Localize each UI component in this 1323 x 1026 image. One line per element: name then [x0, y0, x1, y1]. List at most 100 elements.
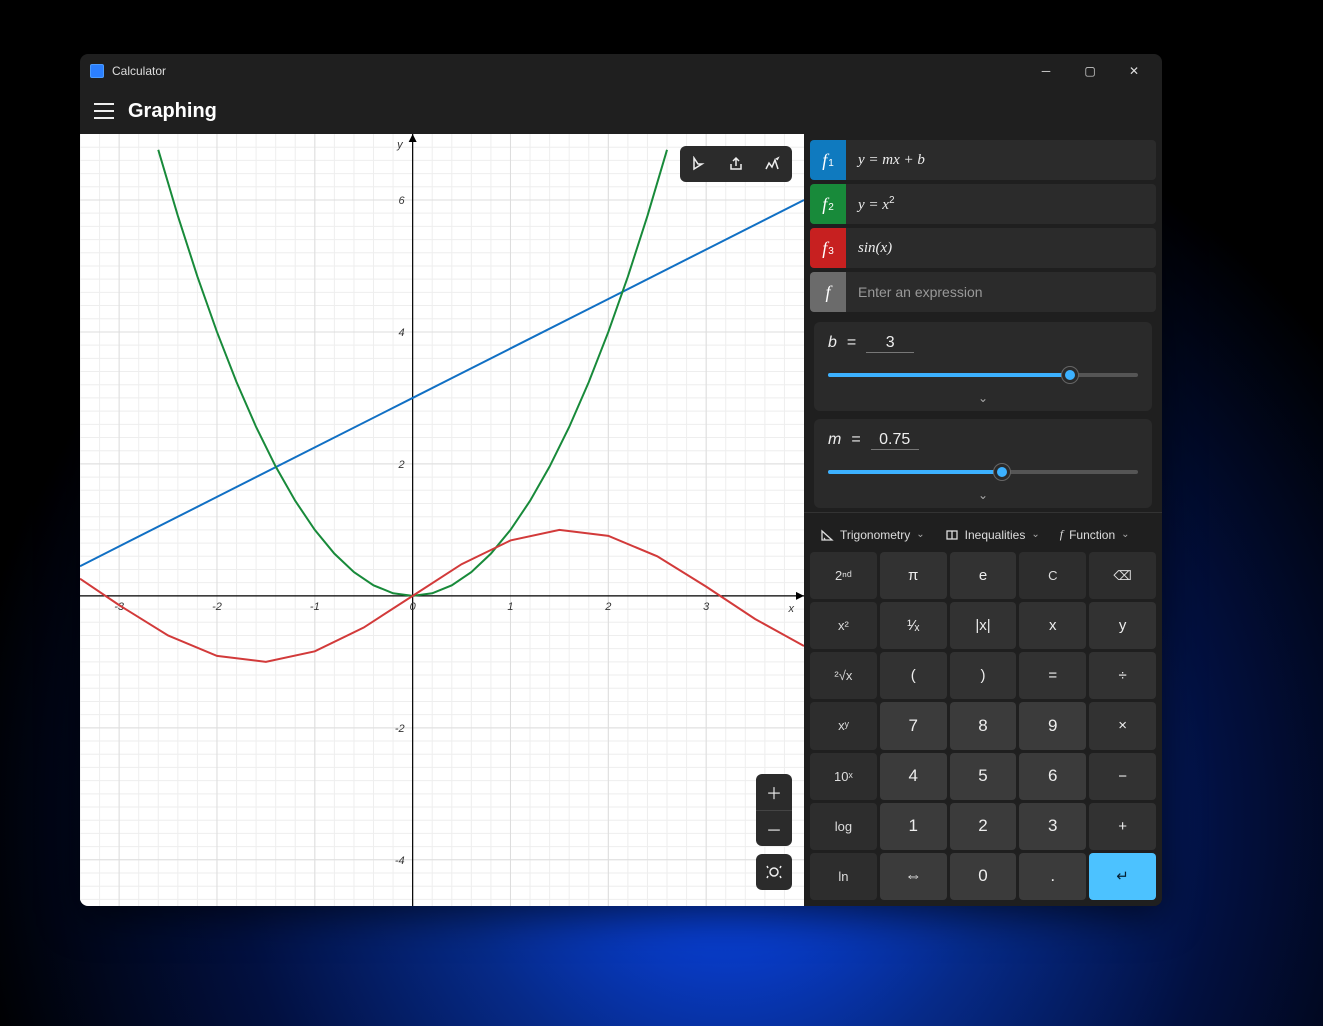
parameter-slider[interactable] [828, 363, 1138, 387]
parameter-value-input[interactable]: 0.75 [871, 431, 919, 450]
equation-row-3[interactable]: f3 sin(x) [810, 228, 1156, 268]
key-([interactable]: ( [880, 652, 947, 699]
parameter-value-input[interactable]: 3 [866, 334, 914, 353]
graph-options-button[interactable] [756, 150, 788, 178]
equation-badge[interactable]: f2 [810, 184, 846, 224]
svg-text:y: y [396, 139, 404, 151]
equation-expression[interactable]: y = x2 [846, 195, 1156, 214]
parameter-list: b= 3 ⌄ m= 0.75 ⌄ [804, 312, 1162, 512]
nav-menu-button[interactable] [94, 103, 114, 119]
minimize-button[interactable]: ─ [1024, 56, 1068, 86]
key-e[interactable]: e [950, 552, 1017, 599]
key-6[interactable]: 6 [1019, 753, 1086, 800]
zoom-control: ＋ － [756, 774, 792, 846]
svg-text:3: 3 [703, 601, 710, 613]
svg-text:0: 0 [410, 601, 417, 613]
reset-view-button[interactable] [756, 854, 792, 890]
key-xʸ[interactable]: xʸ [810, 702, 877, 749]
key-⇔[interactable]: ⇔ [880, 853, 947, 900]
parameter-label: m= 0.75 [828, 431, 1138, 450]
window-title: Calculator [112, 64, 166, 78]
key-8[interactable]: 8 [950, 702, 1017, 749]
category-inequalities[interactable]: Inequalities⌄ [939, 523, 1046, 546]
trace-tool-button[interactable] [684, 150, 716, 178]
key-9[interactable]: 9 [1019, 702, 1086, 749]
expand-parameter-button[interactable]: ⌄ [828, 391, 1138, 405]
svg-text:1: 1 [507, 601, 513, 613]
svg-text:x: x [788, 603, 795, 615]
equation-expression[interactable]: sin(x) [846, 240, 1156, 257]
inequality-icon [945, 528, 959, 542]
svg-text:-1: -1 [310, 601, 320, 613]
chevron-down-icon: ⌄ [1121, 529, 1129, 540]
mode-bar: Graphing [80, 88, 1162, 134]
key-−[interactable]: − [1089, 753, 1156, 800]
key-x[interactable]: x [1019, 602, 1086, 649]
key-1[interactable]: 1 [880, 803, 947, 850]
key-)[interactable]: ) [950, 652, 1017, 699]
svg-text:4: 4 [399, 327, 405, 339]
key-0[interactable]: 0 [950, 853, 1017, 900]
key-|x|[interactable]: |x| [950, 602, 1017, 649]
maximize-button[interactable]: ▢ [1068, 56, 1112, 86]
category-trigonometry[interactable]: Trigonometry⌄ [814, 523, 931, 546]
equation-badge[interactable]: f1 [810, 140, 846, 180]
svg-text:-2: -2 [212, 601, 222, 613]
parameter-label: b= 3 [828, 334, 1138, 353]
key-C[interactable]: C [1019, 552, 1086, 599]
key-÷[interactable]: ÷ [1089, 652, 1156, 699]
key-7[interactable]: 7 [880, 702, 947, 749]
chevron-down-icon: ⌄ [1031, 529, 1039, 540]
key-4[interactable]: 4 [880, 753, 947, 800]
mode-title: Graphing [128, 100, 217, 123]
key-↵[interactable]: ↵ [1089, 853, 1156, 900]
svg-text:6: 6 [399, 195, 406, 207]
equation-list: f1 y = mx + bf2 y = x2f3 sin(x)f Enter a… [804, 134, 1162, 312]
graph-toolbar [680, 146, 792, 182]
key-⌫[interactable]: ⌫ [1089, 552, 1156, 599]
category-function[interactable]: f Function⌄ [1054, 523, 1136, 546]
key-5[interactable]: 5 [950, 753, 1017, 800]
key-π[interactable]: π [880, 552, 947, 599]
equation-expression[interactable]: y = mx + b [846, 152, 1156, 169]
svg-text:2: 2 [604, 601, 611, 613]
calculator-window: Calculator ─ ▢ ✕ Graphing -3-2-10123-4-2… [80, 54, 1162, 906]
app-icon [90, 64, 104, 78]
graph-canvas[interactable]: -3-2-10123-4-2246xy ＋ － [80, 134, 804, 906]
parameter-slider[interactable] [828, 460, 1138, 484]
key-x²[interactable]: x² [810, 602, 877, 649]
parameter-b: b= 3 ⌄ [814, 322, 1152, 411]
parameter-m: m= 0.75 ⌄ [814, 419, 1152, 508]
expression-input[interactable]: Enter an expression [846, 284, 1156, 300]
key-10ˣ[interactable]: 10ˣ [810, 753, 877, 800]
key-ln[interactable]: ln [810, 853, 877, 900]
svg-text:-4: -4 [395, 855, 405, 867]
svg-text:2: 2 [398, 459, 405, 471]
zoom-in-button[interactable]: ＋ [756, 774, 792, 810]
key-×[interactable]: × [1089, 702, 1156, 749]
key-2[interactable]: 2 [950, 803, 1017, 850]
key-²√x[interactable]: ²√x [810, 652, 877, 699]
close-button[interactable]: ✕ [1112, 56, 1156, 86]
key-=[interactable]: = [1019, 652, 1086, 699]
key-2ⁿᵈ[interactable]: 2ⁿᵈ [810, 552, 877, 599]
side-panel: f1 y = mx + bf2 y = x2f3 sin(x)f Enter a… [804, 134, 1162, 906]
key-+[interactable]: + [1089, 803, 1156, 850]
key-3[interactable]: 3 [1019, 803, 1086, 850]
titlebar[interactable]: Calculator ─ ▢ ✕ [80, 54, 1162, 88]
zoom-out-button[interactable]: － [756, 810, 792, 846]
key-¹⁄ₓ[interactable]: ¹⁄ₓ [880, 602, 947, 649]
share-graph-button[interactable] [720, 150, 752, 178]
key-y[interactable]: y [1089, 602, 1156, 649]
function-icon: f [1060, 527, 1063, 542]
equation-input-row[interactable]: f Enter an expression [810, 272, 1156, 312]
angle-icon [820, 528, 834, 542]
graph-svg: -3-2-10123-4-2246xy [80, 134, 804, 906]
equation-row-1[interactable]: f1 y = mx + b [810, 140, 1156, 180]
expand-parameter-button[interactable]: ⌄ [828, 488, 1138, 502]
key-log[interactable]: log [810, 803, 877, 850]
key-.[interactable]: . [1019, 853, 1086, 900]
equation-badge[interactable]: f3 [810, 228, 846, 268]
category-row: Trigonometry⌄ Inequalities⌄ f Function⌄ [804, 512, 1162, 552]
equation-row-2[interactable]: f2 y = x2 [810, 184, 1156, 224]
